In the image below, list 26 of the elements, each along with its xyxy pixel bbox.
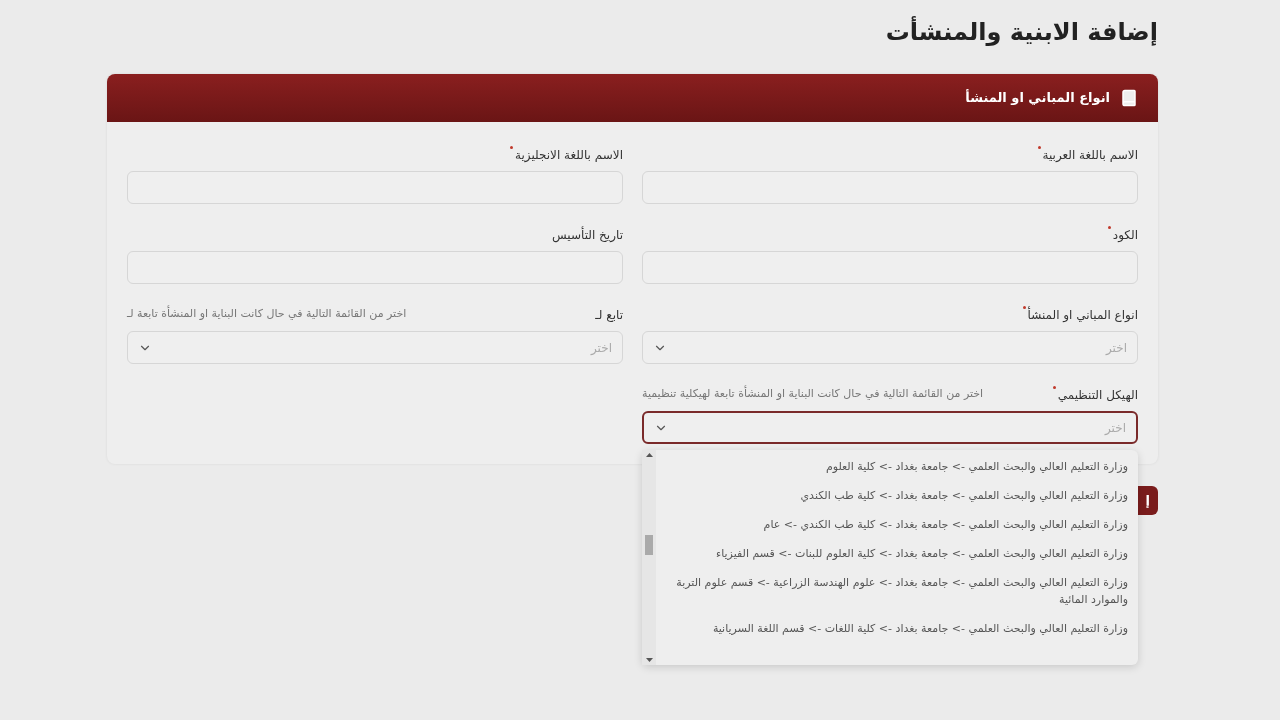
page-title: إضافة الابنية والمنشأت xyxy=(884,15,1158,48)
dropdown-option[interactable]: وزارة التعليم العالي والبحث العلمي -> جامعة بغداد -> كلية اللغات -> قسم اللغة السريانية xyxy=(656,614,1138,643)
scrollbar[interactable] xyxy=(642,450,656,665)
dropdown-option[interactable]: وزارة التعليم العالي والبحث العلمي -> جامعة بغداد -> كلية طب الكندي xyxy=(656,481,1138,510)
scroll-down-icon xyxy=(645,658,653,662)
text-input[interactable] xyxy=(642,251,1138,284)
field-label: الاسم باللغة العربية xyxy=(1037,146,1138,164)
card-title: انواع المباني او المنشأ xyxy=(965,88,1110,108)
field-label: الهيكل التنظيمي xyxy=(1052,386,1138,404)
book-icon xyxy=(1120,89,1138,107)
scrollbar-thumb[interactable] xyxy=(645,535,653,555)
field-label: انواع المباني او المنشأ xyxy=(1022,306,1138,324)
field-label: الاسم باللغة الانجليزية xyxy=(510,146,623,164)
field-hint: اختر من القائمة التالية في حال كانت البناية او المنشأة تابعة لـ xyxy=(127,306,407,322)
text-input[interactable] xyxy=(127,251,623,284)
field-label: تابع لـ xyxy=(594,307,623,324)
text-input[interactable] xyxy=(127,171,623,204)
dropdown-option[interactable]: وزارة التعليم العالي والبحث العلمي -> جامعة بغداد -> كلية طب الكندي -> عام xyxy=(656,510,1138,539)
field-label: تاريخ التأسيس xyxy=(551,226,623,244)
field-hint: اختر من القائمة التالية في حال كانت البناية او المنشأة تابعة لهيكلية تنظيمية xyxy=(642,386,984,402)
text-input[interactable] xyxy=(642,171,1138,204)
field-label: الكود xyxy=(1107,226,1138,244)
scroll-up-icon xyxy=(645,453,653,457)
dropdown-option[interactable]: وزارة التعليم العالي والبحث العلمي -> جامعة بغداد -> كلية العلوم للبنات -> قسم الفيزياء xyxy=(656,539,1138,568)
dropdown-option[interactable]: وزارة التعليم العالي والبحث العلمي -> جامعة بغداد -> كلية العلوم xyxy=(656,452,1138,481)
dropdown-option[interactable]: وزارة التعليم العالي والبحث العلمي -> جامعة بغداد -> علوم الهندسة الزراعية -> قسم علوم التربة والموارد المائية xyxy=(656,568,1138,614)
